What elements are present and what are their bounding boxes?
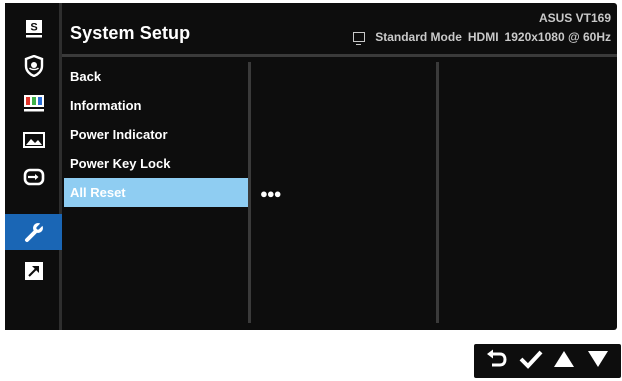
column-divider [436,62,439,323]
page-title: System Setup [70,23,191,43]
confirm-key[interactable] [518,348,544,374]
splendid-icon: S [24,19,44,39]
menu-item-power-key-lock[interactable]: Power Key Lock [64,149,248,178]
back-arrow-icon [486,349,508,374]
system-setup-icon [23,221,45,243]
rail-item-system-setup[interactable] [5,214,62,250]
down-key[interactable] [585,348,611,374]
status-bar: Standard Mode HDMI 1920x1080 @ 60Hz [353,30,611,45]
back-key[interactable] [484,348,510,374]
rail-item-shortcut[interactable] [5,253,62,289]
check-icon [519,349,543,374]
icon-rail: S [5,3,62,330]
menu-item-back[interactable]: Back [64,62,248,91]
rail-item-splendid[interactable]: S [5,11,62,47]
down-triangle-icon [587,349,609,374]
monitor-icon [353,32,366,45]
input-select-icon [23,168,45,186]
menu-item-all-reset[interactable]: All Reset [64,178,248,207]
mode-label: Standard Mode [375,30,462,44]
up-triangle-icon [553,349,575,374]
rail-item-color[interactable] [5,85,62,121]
shortcut-icon [24,261,44,281]
input-label: HDMI [467,30,499,44]
column-divider [248,62,251,323]
settings-menu: Back Information Power Indicator Power K… [64,62,248,207]
menu-item-power-indicator[interactable]: Power Indicator [64,120,248,149]
model-name: ASUS VT169 [538,11,611,25]
header-divider [62,54,617,57]
rail-item-image[interactable] [5,122,62,158]
menu-item-information[interactable]: Information [64,91,248,120]
navigation-key-bar [474,344,621,378]
eye-care-icon [24,55,44,77]
color-icon [23,94,45,112]
svg-text:S: S [30,22,37,34]
osd-panel: S System Setup ASUS VT169 Standard Mode … [5,3,617,330]
submenu-indicator: ●●● [260,186,282,201]
image-icon [22,131,45,149]
resolution-label: 1920x1080 @ 60Hz [504,30,611,44]
rail-item-input-select[interactable] [5,159,62,195]
up-key[interactable] [551,348,577,374]
rail-item-eye-care[interactable] [5,48,62,84]
